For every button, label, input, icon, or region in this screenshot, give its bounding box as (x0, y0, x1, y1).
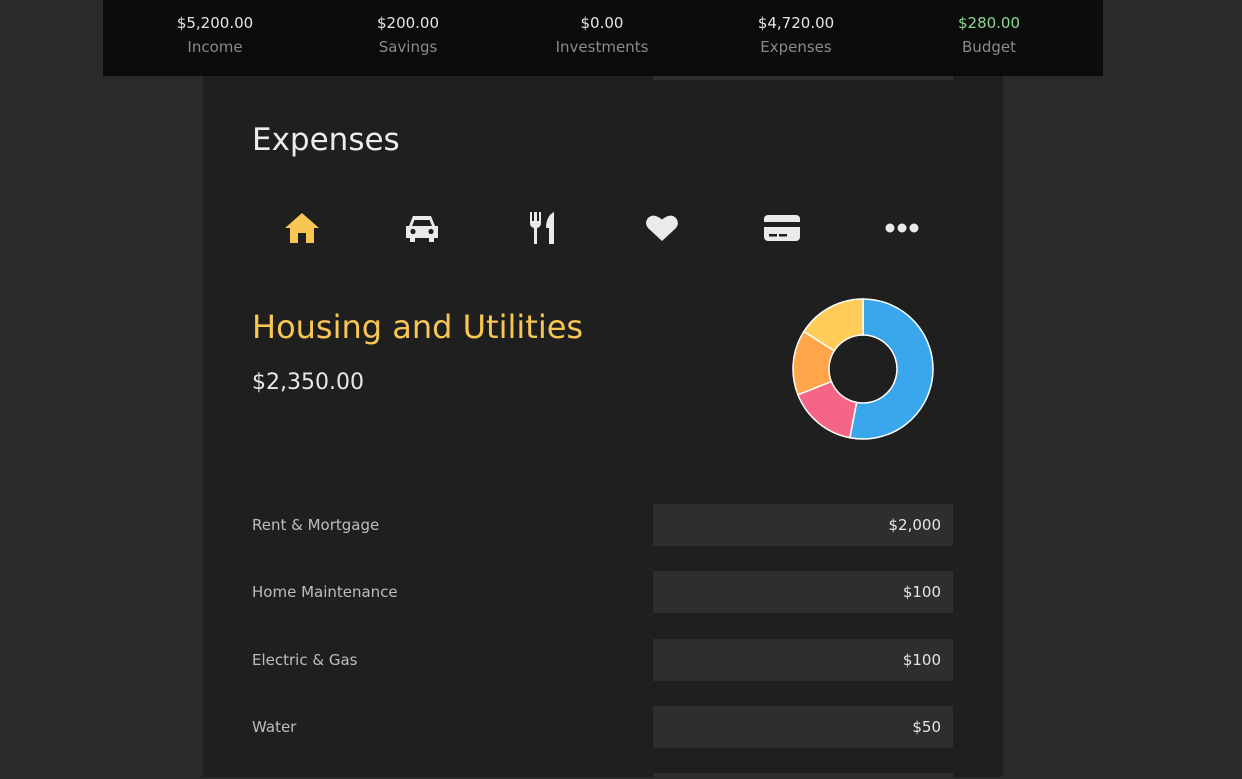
tab-food[interactable] (492, 202, 592, 254)
field-label: Water (252, 718, 297, 736)
investments-value: $0.00 (580, 14, 624, 32)
expenses-label: Expenses (760, 38, 832, 56)
income-value: $5,200.00 (176, 14, 254, 32)
utensils-icon (530, 212, 554, 244)
budget-label: Budget (962, 38, 1016, 56)
tab-transportation[interactable] (372, 202, 472, 254)
expenses-value: $4,720.00 (757, 14, 835, 32)
home-icon (285, 213, 319, 243)
field-row: Home Maintenance (252, 571, 953, 613)
field-label: Electric & Gas (252, 651, 358, 669)
category-tabs (252, 202, 952, 254)
section-total: $2,350.00 (252, 370, 364, 395)
section-title: Housing and Utilities (252, 308, 584, 346)
tab-health[interactable] (612, 202, 712, 254)
field-row-partial (252, 773, 953, 779)
field-row: Electric & Gas (252, 639, 953, 681)
savings-value: $200.00 (376, 14, 440, 32)
next-field-input[interactable] (653, 773, 953, 779)
summary-expenses: $4,720.00 Expenses (696, 12, 896, 60)
field-label: Rent & Mortgage (252, 516, 380, 534)
page-title: Expenses (252, 122, 400, 158)
heart-icon (646, 215, 678, 241)
field-row: Water (252, 706, 953, 748)
summary-income: $5,200.00 Income (115, 12, 315, 60)
summary-bar: $5,200.00 Income $200.00 Savings $0.00 I… (103, 0, 1103, 76)
rent-mortgage-input[interactable] (653, 504, 953, 546)
category-donut-chart (792, 298, 934, 440)
water-input[interactable] (653, 706, 953, 748)
more-icon (885, 223, 919, 233)
credit-card-icon (764, 215, 800, 241)
tab-more[interactable] (852, 202, 952, 254)
summary-savings: $200.00 Savings (308, 12, 508, 60)
income-label: Income (187, 38, 243, 56)
tab-housing[interactable] (252, 202, 352, 254)
electric-gas-input[interactable] (653, 639, 953, 681)
field-label: Home Maintenance (252, 583, 398, 601)
home-maintenance-input[interactable] (653, 571, 953, 613)
summary-budget: $280.00 Budget (889, 12, 1089, 60)
car-icon (406, 216, 438, 242)
field-row: Rent & Mortgage (252, 504, 953, 546)
summary-investments: $0.00 Investments (502, 12, 702, 60)
savings-label: Savings (378, 38, 438, 56)
tab-debt[interactable] (732, 202, 832, 254)
budget-value: $280.00 (957, 14, 1021, 32)
investments-label: Investments (555, 38, 649, 56)
